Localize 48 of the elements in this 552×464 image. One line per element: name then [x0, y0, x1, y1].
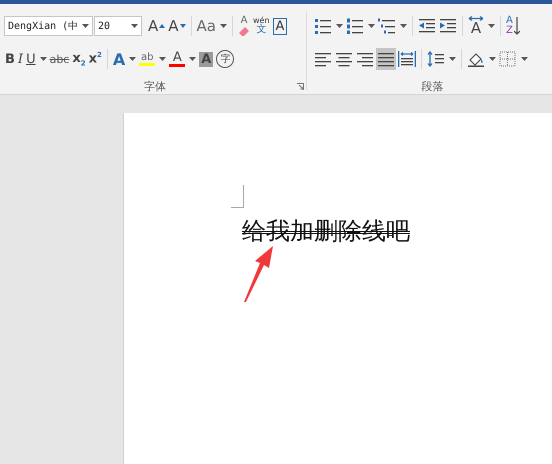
para-shading-icon [467, 51, 485, 67]
enclose-button[interactable]: 字 [215, 48, 236, 70]
spacing-icon [427, 51, 445, 67]
italic-button[interactable]: I [16, 48, 24, 70]
phonetic-button[interactable]: wén 文 [252, 15, 271, 37]
font-size-field[interactable]: 20 [94, 16, 142, 36]
boxed-button[interactable]: A [272, 15, 288, 37]
down-arrow-icon [514, 17, 520, 35]
annotation-arrow [243, 245, 275, 303]
shrink-button[interactable]: A [167, 15, 187, 37]
font-name-field[interactable]: DengXian (中 [4, 16, 93, 36]
highlight-button[interactable]: ab [138, 48, 168, 70]
distributed-icon [398, 51, 416, 67]
document-text: 给我加删除线吧 [242, 216, 410, 247]
bullets-icon [314, 18, 332, 34]
grow-button[interactable]: A [147, 15, 166, 37]
direction-button[interactable]: A [467, 15, 496, 37]
indent-icon [439, 18, 457, 34]
numbering-icon [346, 18, 364, 34]
borders-icon [499, 51, 517, 67]
align-center-icon [335, 51, 353, 67]
group-label: 段落 [422, 78, 444, 94]
clear-button[interactable]: A [236, 15, 251, 37]
eraser-icon [238, 26, 250, 36]
caret-icon [82, 24, 89, 28]
bold-button[interactable]: B [4, 48, 16, 70]
sort-button[interactable]: A Z [505, 15, 521, 37]
subscript-button[interactable]: x$_{2}$ [71, 48, 87, 70]
align-right-icon [356, 51, 374, 67]
up-triangle-icon [159, 24, 166, 28]
align-left-icon [314, 51, 332, 67]
dialog-launcher-icon[interactable] [297, 83, 304, 90]
down-triangle-icon [180, 24, 186, 28]
justify-icon [377, 51, 395, 67]
outdent-icon [418, 18, 436, 34]
double-arrow-icon [468, 16, 484, 21]
multilevel-icon [378, 18, 396, 34]
margin-corner-mark [231, 185, 244, 208]
distributed-button[interactable] [397, 48, 417, 70]
justify-button[interactable] [376, 48, 396, 70]
fontcolor-button[interactable]: A [168, 48, 198, 70]
caret-icon [131, 24, 138, 28]
case-button[interactable]: Aa [196, 15, 228, 37]
effects-button[interactable]: A [112, 48, 138, 70]
superscript-button[interactable]: x$^{2}$ [88, 48, 103, 70]
group-label: 字体 [144, 78, 166, 94]
strike-button[interactable]: abc [48, 48, 70, 70]
underline-button[interactable]: U [25, 48, 48, 70]
